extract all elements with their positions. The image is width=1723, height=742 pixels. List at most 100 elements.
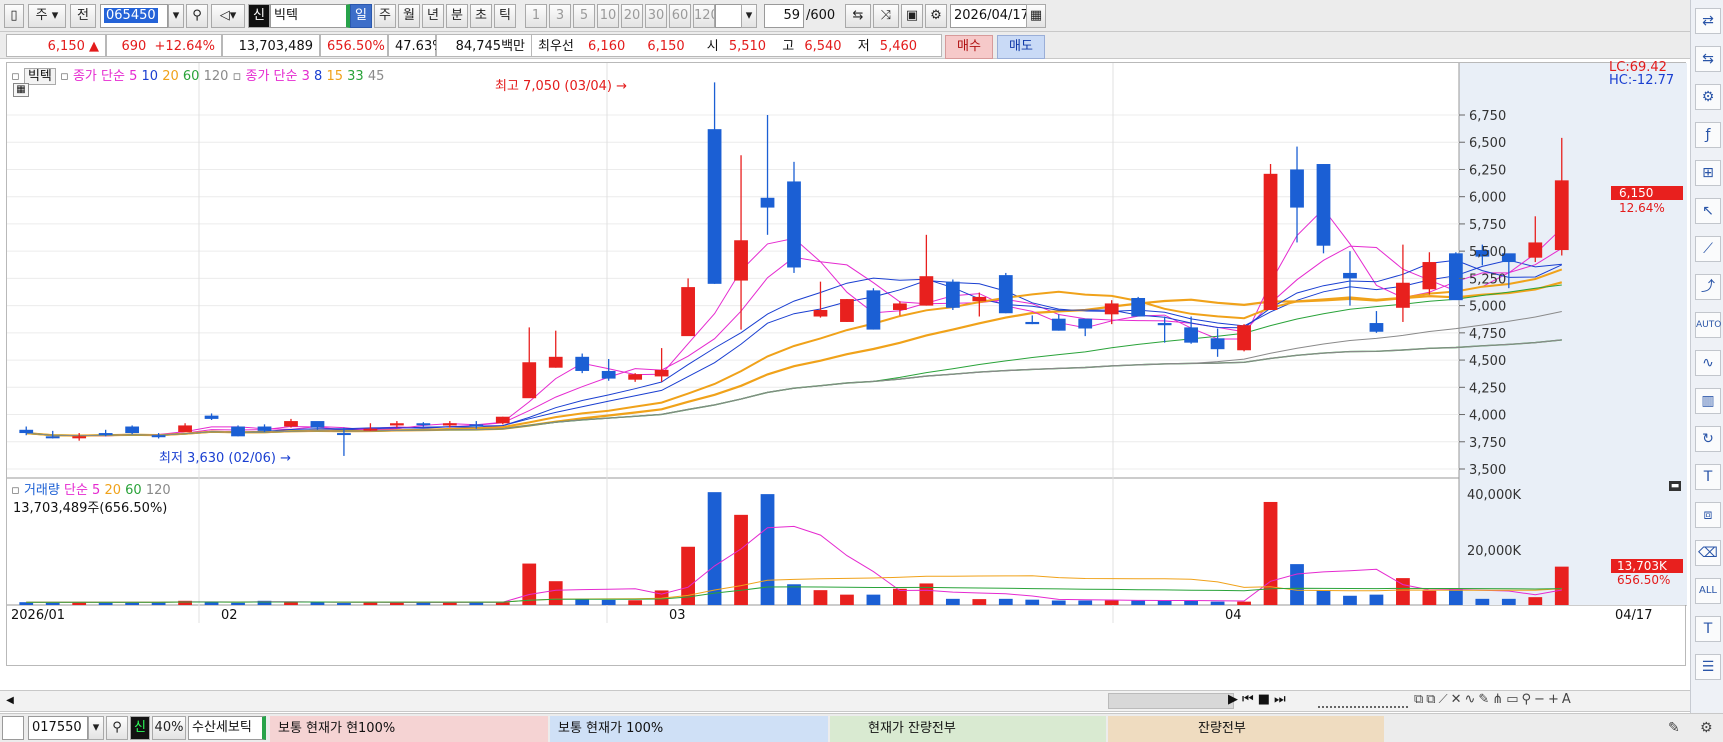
cursor-icon[interactable]: ↖ xyxy=(1695,198,1721,224)
stock-code-input[interactable]: 065450 xyxy=(100,4,168,28)
interval-button-20[interactable]: 20 xyxy=(621,4,643,28)
price-volume-chart[interactable]: 3,500 3,750 4,000 4,250 4,500 4,750 5,000 5,250… xyxy=(7,63,1687,667)
eraser-icon[interactable]: ⌫ xyxy=(1695,540,1721,566)
tool-copy-icon[interactable]: ⧉ xyxy=(1426,692,1438,707)
play-icon[interactable]: ▶ xyxy=(1228,692,1242,707)
modify-order-tab[interactable]: 현재가 잔량전부 xyxy=(830,716,1106,742)
legend-ma2-label[interactable]: 종가 단순 xyxy=(246,69,298,84)
candle-type-icon[interactable]: ▥ xyxy=(1695,388,1721,414)
save-icon[interactable]: ▣ xyxy=(901,4,923,28)
tool-pen-icon[interactable]: ✎ xyxy=(1478,692,1492,707)
chart-area[interactable]: 3,500 3,750 4,000 4,250 4,500 4,750 5,000 5,250… xyxy=(6,60,1687,667)
period-type-select[interactable]: 주 ▾ xyxy=(28,4,66,28)
trendline-icon[interactable]: ⤴ xyxy=(1695,274,1721,300)
bottom-code-dropdown-icon[interactable]: ▾ xyxy=(88,716,104,740)
bottom-blank-field[interactable] xyxy=(2,716,24,740)
period-button-0[interactable]: 일 xyxy=(350,4,372,28)
tool-box-icon[interactable]: ▭ xyxy=(1506,692,1521,707)
right-arrow-icon: → xyxy=(616,79,628,94)
candle-body xyxy=(654,369,669,377)
text-annotation-icon[interactable]: T xyxy=(1695,464,1721,490)
candle-body xyxy=(972,296,987,302)
bottom-code-input[interactable]: 017550 xyxy=(28,716,88,740)
gear-icon[interactable]: ⚙ xyxy=(1700,720,1713,736)
interval-button-30[interactable]: 30 xyxy=(645,4,667,28)
period-button-1[interactable]: 주 xyxy=(374,4,396,28)
minimize-icon[interactable]: ▬ xyxy=(1669,481,1681,491)
volume-ma-20: 20 xyxy=(104,483,122,498)
legend-ma1-120: 120 xyxy=(203,69,229,84)
legend-ma1-label[interactable]: 종가 단순 xyxy=(73,69,125,84)
formula-icon[interactable]: ƒ xyxy=(1695,122,1721,148)
bottom-stock-name[interactable]: 수산세보틱 xyxy=(188,716,266,740)
auto-trend-icon[interactable]: AUTO xyxy=(1695,312,1721,338)
grid-toggle-icon[interactable]: ▦ xyxy=(13,83,29,97)
speed-slider[interactable] xyxy=(1318,694,1408,708)
tool-fibo-icon[interactable]: ⋔ xyxy=(1492,692,1506,707)
code-dropdown-icon[interactable]: ▾ xyxy=(168,4,184,28)
list-icon[interactable]: ☰ xyxy=(1695,654,1721,680)
volume-bar xyxy=(1131,600,1146,605)
interval-button-1[interactable]: 1 xyxy=(525,4,547,28)
volume-legend-ma-label[interactable]: 단순 xyxy=(64,483,88,498)
exchange-icon[interactable]: ⇆ xyxy=(1695,46,1721,72)
gear-icon[interactable]: ⚙ xyxy=(925,4,947,28)
interval-button-60[interactable]: 60 xyxy=(669,4,691,28)
refresh-icon[interactable]: ↻ xyxy=(1695,426,1721,452)
grid-lines xyxy=(7,63,1687,623)
sound-icon[interactable]: ◁▾ xyxy=(211,4,245,28)
interval-button-10[interactable]: 10 xyxy=(597,4,619,28)
count-input[interactable]: 59 xyxy=(764,4,804,28)
period-button-3[interactable]: 년 xyxy=(422,4,444,28)
period-button-5[interactable]: 초 xyxy=(470,4,492,28)
minus-icon[interactable]: − xyxy=(1534,692,1548,707)
settings-icon[interactable]: ⚙ xyxy=(1695,84,1721,110)
plus-icon[interactable]: + xyxy=(1548,692,1562,707)
prev-button[interactable]: 전 xyxy=(70,4,96,28)
text-box-icon[interactable]: T xyxy=(1695,616,1721,642)
indicator-add-icon[interactable]: ⊞ xyxy=(1695,160,1721,186)
period-icon[interactable]: ⧈ xyxy=(1695,502,1721,528)
pin-icon[interactable]: ✎ xyxy=(1668,720,1680,736)
tool-rect-icon[interactable]: ⧉ xyxy=(1414,692,1426,707)
zoom-icon[interactable]: ⚲ xyxy=(1522,692,1535,707)
rewind-icon[interactable]: ⏮ xyxy=(1242,692,1258,707)
swap-icon[interactable]: ⇄ xyxy=(1695,8,1721,34)
wave-icon[interactable]: ∿ xyxy=(1695,350,1721,376)
fast-forward-icon[interactable]: ⏭ xyxy=(1274,692,1290,707)
scroll-thumb[interactable] xyxy=(1108,693,1234,709)
interval-button-3[interactable]: 3 xyxy=(549,4,571,28)
interval-button-5[interactable]: 5 xyxy=(573,4,595,28)
trend-icon[interactable]: ⤨ xyxy=(873,4,899,28)
cancel-order-tab[interactable]: 잔량전부 xyxy=(1108,716,1384,742)
line-draw-icon[interactable]: ⟋ xyxy=(1695,236,1721,262)
text-tool-icon[interactable]: A xyxy=(1562,692,1574,707)
search-icon[interactable]: ⚲ xyxy=(186,4,208,28)
sell-order-tab[interactable]: 보통 현재가 100% xyxy=(550,716,828,742)
period-button-6[interactable]: 틱 xyxy=(494,4,516,28)
period-button-2[interactable]: 월 xyxy=(398,4,420,28)
bottom-search-icon[interactable]: ⚲ xyxy=(106,716,128,740)
stock-name-field[interactable]: 빅텍 xyxy=(270,4,350,28)
interval-button-120[interactable]: 120 xyxy=(693,4,715,28)
sell-button[interactable]: 매도 xyxy=(997,35,1045,59)
volume-bar xyxy=(310,602,325,605)
buy-order-tab[interactable]: 보통 현재가 현100% xyxy=(270,716,548,742)
compare-icon[interactable]: ⇆ xyxy=(845,4,871,28)
scroll-left-icon[interactable]: ◀ xyxy=(2,693,18,709)
tool-line-icon[interactable]: ⟋ xyxy=(1439,692,1451,707)
erase-all-icon[interactable]: ALL xyxy=(1695,578,1721,604)
chart-scroll-bar[interactable]: ◀ ▶⏮■⏭ ⧉⧉⟋✕∿✎⋔▭⚲−+A xyxy=(0,690,1690,712)
buy-button[interactable]: 매수 xyxy=(945,35,993,59)
tool-cross-icon[interactable]: ✕ xyxy=(1451,692,1465,707)
period-button-4[interactable]: 분 xyxy=(446,4,468,28)
y-tick-label: 3,500 xyxy=(1469,463,1506,478)
interval-dropdown-icon[interactable]: ▾ xyxy=(741,4,757,28)
stop-icon[interactable]: ■ xyxy=(1258,692,1274,707)
panel-toggle-icon[interactable]: ▯ xyxy=(4,4,24,28)
tool-wave-icon[interactable]: ∿ xyxy=(1464,692,1478,707)
price-legend: ▫ 빅텍 ▫ 종가 단순 5 10 20 60 120 ▫ 종가 단순 3 8 … xyxy=(11,65,384,85)
volume-legend-name[interactable]: 거래량 xyxy=(24,483,60,498)
candle-body xyxy=(1422,262,1437,290)
calendar-icon[interactable]: ▦ xyxy=(1026,4,1046,28)
